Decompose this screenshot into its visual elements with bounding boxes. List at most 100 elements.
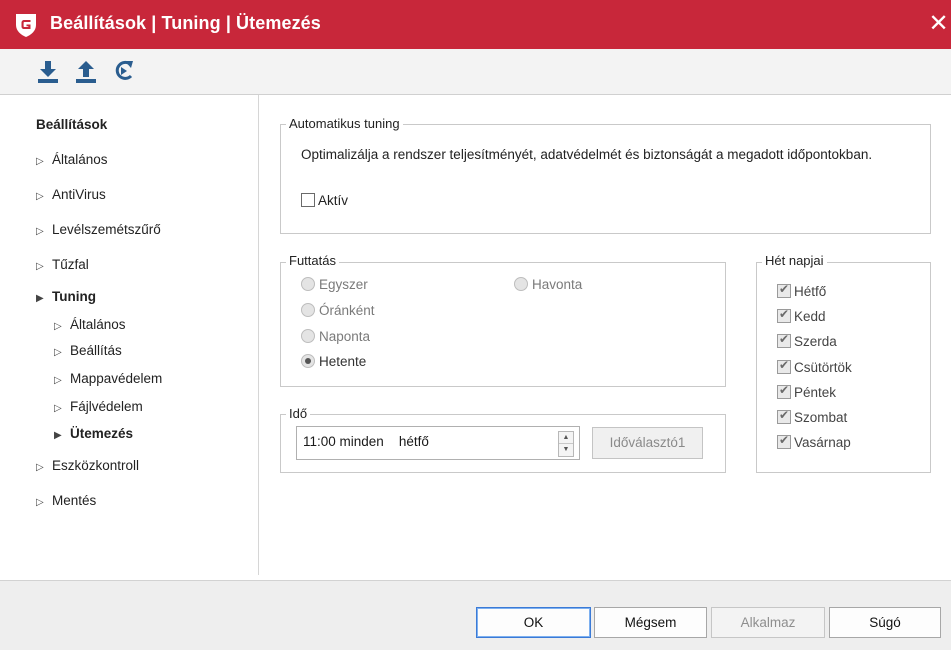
checkbox-box bbox=[301, 193, 315, 207]
day-checkbox-hetfo[interactable]: Hétfő bbox=[777, 282, 827, 299]
sidebar-item-label: Ütemezés bbox=[70, 426, 134, 441]
chevron-expanded-icon: ▶ bbox=[54, 430, 62, 441]
day-checkbox-pentek[interactable]: Péntek bbox=[777, 383, 837, 400]
sidebar-subitem-beallitas[interactable]: ▷ Beállítás bbox=[54, 343, 122, 358]
day-checkbox-szombat[interactable]: Szombat bbox=[777, 408, 848, 425]
sidebar-item-label: Tuning bbox=[52, 289, 96, 304]
radio-egyszer[interactable]: Egyszer bbox=[301, 277, 368, 292]
checkbox-box bbox=[777, 307, 791, 323]
auto-tuning-group bbox=[280, 124, 931, 234]
toolbar bbox=[0, 49, 951, 95]
day-label: Hétfő bbox=[794, 284, 827, 299]
import-icon[interactable] bbox=[36, 58, 60, 84]
export-icon[interactable] bbox=[74, 58, 98, 84]
day-label: Csütörtök bbox=[794, 360, 852, 375]
ok-button[interactable]: OK bbox=[476, 607, 591, 638]
chevron-right-icon: ▷ bbox=[36, 191, 44, 202]
radio-label: Óránként bbox=[319, 303, 375, 318]
title-bar: Beállítások | Tuning | Ütemezés ✕ bbox=[0, 0, 951, 49]
chevron-right-icon: ▷ bbox=[54, 347, 62, 358]
g-data-logo-icon bbox=[16, 14, 36, 37]
dialog-footer: OK Mégsem Alkalmaz Súgó bbox=[0, 580, 951, 650]
chevron-right-icon: ▷ bbox=[36, 261, 44, 272]
sidebar-item-label: Mentés bbox=[52, 493, 97, 508]
time-input-value: 11:00 minden hétfő bbox=[303, 434, 429, 449]
radio-label: Hetente bbox=[319, 354, 367, 369]
sidebar-item-altalanos[interactable]: ▷ Általános bbox=[36, 152, 108, 167]
chevron-right-icon: ▷ bbox=[54, 375, 62, 386]
auto-tuning-description: Optimalizálja a rendszer teljesítményét,… bbox=[301, 147, 873, 162]
checkbox-box bbox=[777, 282, 791, 298]
sidebar-item-antivirus[interactable]: ▷ AntiVirus bbox=[36, 187, 106, 202]
run-legend: Futtatás bbox=[286, 253, 339, 268]
day-label: Vasárnap bbox=[794, 435, 851, 450]
time-picker-button[interactable]: Időválasztó1 bbox=[592, 427, 703, 459]
day-checkbox-szerda[interactable]: Szerda bbox=[777, 332, 837, 349]
time-legend: Idő bbox=[286, 406, 311, 421]
chevron-right-icon: ▷ bbox=[54, 321, 62, 332]
day-label: Péntek bbox=[794, 385, 837, 400]
sidebar-item-label: Fájlvédelem bbox=[70, 399, 143, 414]
chevron-right-icon: ▷ bbox=[36, 226, 44, 237]
radio-label: Egyszer bbox=[319, 277, 368, 292]
sidebar-subitem-file-protection[interactable]: ▷ Fájlvédelem bbox=[54, 399, 143, 414]
window-title: Beállítások | Tuning | Ütemezés bbox=[50, 13, 321, 33]
checkbox-box bbox=[777, 332, 791, 348]
day-checkbox-csutortok[interactable]: Csütörtök bbox=[777, 358, 852, 375]
sidebar-item-label: Mappavédelem bbox=[70, 371, 163, 386]
apply-button[interactable]: Alkalmaz bbox=[711, 607, 825, 638]
checkbox-box bbox=[777, 433, 791, 449]
active-checkbox[interactable]: Aktív bbox=[301, 193, 348, 208]
day-label: Szombat bbox=[794, 410, 848, 425]
radio-havonta[interactable]: Havonta bbox=[514, 277, 582, 292]
time-input[interactable]: 11:00 minden hétfő ▲ ▼ bbox=[296, 426, 580, 460]
time-value: 11:00 minden bbox=[303, 434, 384, 449]
radio-dot bbox=[301, 303, 315, 317]
sidebar-item-firewall[interactable]: ▷ Tűzfal bbox=[36, 257, 89, 272]
sidebar-item-spam-filter[interactable]: ▷ Levélszemétszűrő bbox=[36, 222, 161, 237]
active-checkbox-label: Aktív bbox=[318, 193, 349, 208]
radio-dot bbox=[301, 354, 315, 368]
sidebar-item-device-control[interactable]: ▷ Eszközkontroll bbox=[36, 458, 139, 473]
weekdays-legend: Hét napjai bbox=[762, 253, 827, 268]
reset-icon[interactable] bbox=[112, 58, 136, 84]
day-label: Kedd bbox=[794, 309, 826, 324]
chevron-expanded-icon: ▶ bbox=[36, 293, 44, 304]
day-checkbox-vasarnap[interactable]: Vasárnap bbox=[777, 433, 851, 450]
radio-hetente[interactable]: Hetente bbox=[301, 354, 366, 369]
sidebar-subitem-folder-protection[interactable]: ▷ Mappavédelem bbox=[54, 371, 162, 386]
auto-tuning-legend: Automatikus tuning bbox=[286, 116, 403, 131]
spin-up-icon[interactable]: ▲ bbox=[559, 432, 573, 444]
sidebar-item-label: Tűzfal bbox=[52, 257, 89, 272]
checkbox-box bbox=[777, 383, 791, 399]
checkbox-box bbox=[777, 408, 791, 424]
time-spinner[interactable]: ▲ ▼ bbox=[558, 431, 574, 457]
radio-label: Havonta bbox=[532, 277, 583, 292]
radio-dot bbox=[514, 277, 528, 291]
checkbox-box bbox=[777, 358, 791, 374]
close-icon[interactable]: ✕ bbox=[926, 10, 951, 38]
day-checkbox-kedd[interactable]: Kedd bbox=[777, 307, 826, 324]
help-button[interactable]: Súgó bbox=[829, 607, 941, 638]
chevron-right-icon: ▷ bbox=[36, 497, 44, 508]
sidebar-item-label: Levélszemétszűrő bbox=[52, 222, 161, 237]
sidebar-item-label: Általános bbox=[70, 317, 126, 332]
spin-down-icon[interactable]: ▼ bbox=[559, 444, 573, 456]
sidebar-item-tuning[interactable]: ▶ Tuning bbox=[36, 289, 96, 304]
settings-sidebar: Beállítások ▷ Általános ▷ AntiVirus ▷ Levél… bbox=[0, 95, 259, 580]
cancel-button[interactable]: Mégsem bbox=[594, 607, 707, 638]
sidebar-item-backup[interactable]: ▷ Mentés bbox=[36, 493, 96, 508]
sidebar-item-label: Beállítás bbox=[70, 343, 122, 358]
chevron-right-icon: ▷ bbox=[36, 156, 44, 167]
chevron-right-icon: ▷ bbox=[36, 462, 44, 473]
sidebar-header: Beállítások bbox=[36, 117, 108, 132]
sidebar-subitem-altalanos[interactable]: ▷ Általános bbox=[54, 317, 126, 332]
sidebar-subitem-schedule[interactable]: ▶ Ütemezés bbox=[54, 426, 133, 441]
sidebar-item-label: AntiVirus bbox=[52, 187, 106, 202]
chevron-right-icon: ▷ bbox=[54, 403, 62, 414]
sidebar-item-label: Eszközkontroll bbox=[52, 458, 140, 473]
day-value: hétfő bbox=[398, 434, 429, 449]
radio-orankent[interactable]: Óránként bbox=[301, 303, 375, 318]
main-panel: Automatikus tuning Optimalizálja a rends… bbox=[259, 95, 951, 580]
radio-naponta[interactable]: Naponta bbox=[301, 329, 370, 344]
